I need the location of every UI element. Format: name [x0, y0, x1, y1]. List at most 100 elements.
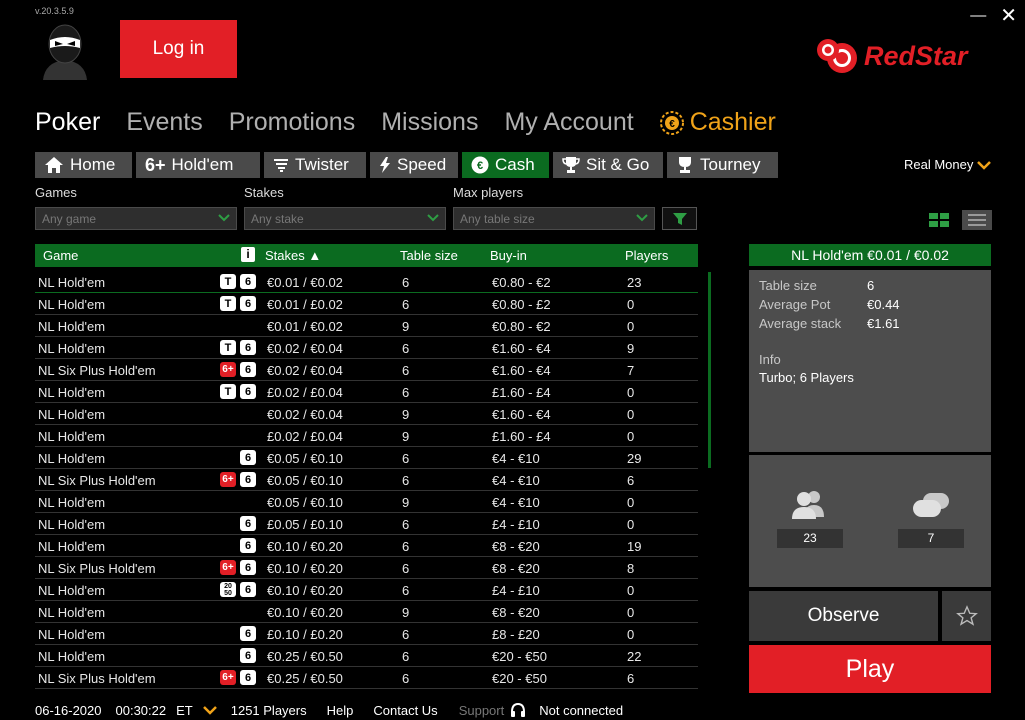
tab-sit-go-label: Sit & Go	[586, 155, 650, 174]
table-size-cell: 6	[402, 583, 410, 598]
login-button[interactable]: Log in	[120, 20, 237, 78]
money-mode-select[interactable]: Real Money	[904, 157, 992, 172]
close-icon[interactable]: ✕	[1000, 6, 1017, 26]
table-row[interactable]: NL Hold'em 6 €0.05 / €0.10 6 €4 - €10 29	[35, 447, 698, 469]
table-row[interactable]: NL Hold'em T 6 €0.01 / €0.02 6 €0.80 - €2 23	[35, 271, 698, 293]
six-plus-icon: 6+	[145, 154, 166, 175]
avatar[interactable]	[35, 22, 95, 80]
chevron-down-icon	[218, 212, 230, 226]
table-row[interactable]: NL Six Plus Hold'em 6+ 6 €0.25 / €0.50 6 €20 …	[35, 667, 698, 689]
minimize-icon[interactable]: —	[970, 6, 986, 26]
table-size-cell: 6	[402, 473, 410, 488]
players-cell: 0	[627, 583, 635, 598]
grid-view-toggle[interactable]	[926, 210, 952, 230]
table-row[interactable]: NL Hold'em T 6 €0.01 / £0.02 6 €0.80 - £2 0	[35, 293, 698, 315]
table-size-cell: 6	[402, 363, 410, 378]
games-filter-label: Games	[35, 185, 77, 200]
table-info-panel: Table size 6 Average Pot €0.44 Average s…	[749, 270, 991, 452]
col-stakes[interactable]: Stakes ▲	[265, 248, 321, 263]
tab-holdem[interactable]: 6+ Hold'em	[136, 152, 260, 178]
table-row[interactable]: NL Hold'em 6 €0.25 / €0.50 6 €20 - €50 22	[35, 645, 698, 667]
game-cell: NL Six Plus Hold'em	[38, 671, 156, 686]
nav-poker[interactable]: Poker	[35, 108, 100, 137]
tables-count: 7	[898, 529, 964, 548]
table-row[interactable]: NL Six Plus Hold'em 6+ 6 €0.05 / €0.10 6 €4 -…	[35, 469, 698, 491]
stakes-cell: €0.05 / €0.10	[267, 473, 343, 488]
six-plus-badge: 6+	[220, 560, 236, 575]
svg-text:€: €	[669, 119, 675, 130]
play-button[interactable]: Play	[749, 645, 991, 693]
nav-cashier[interactable]: € Cashier	[659, 108, 776, 137]
table-row[interactable]: NL Hold'em 20 50 6 €0.10 / €0.20 6 £4 - £10 0	[35, 579, 698, 601]
max-players-filter-placeholder: Any table size	[460, 212, 535, 226]
favorite-button[interactable]	[942, 591, 991, 641]
table-row[interactable]: NL Hold'em 6 £0.10 / £0.20 6 £8 - £20 0	[35, 623, 698, 645]
tab-home[interactable]: Home	[35, 152, 132, 178]
table-row[interactable]: NL Six Plus Hold'em 6+ 6 €0.02 / €0.04 6 €1.6…	[35, 359, 698, 381]
stakes-cell: €0.10 / €0.20	[267, 539, 343, 554]
stakes-cell: €0.01 / €0.02	[267, 319, 343, 334]
redstar-logo: RedStar	[816, 36, 968, 76]
panel-title: NL Hold'em €0.01 / €0.02	[749, 244, 991, 266]
table-row[interactable]: NL Six Plus Hold'em 6+ 6 €0.10 / €0.20 6 €8 -…	[35, 557, 698, 579]
avg-stack-label: Average stack	[759, 316, 842, 331]
tab-speed-label: Speed	[397, 155, 447, 174]
table-row[interactable]: NL Hold'em £0.02 / £0.04 9 £1.60 - £4 0	[35, 425, 698, 447]
tab-speed[interactable]: Speed	[370, 152, 458, 178]
tab-tourney[interactable]: Tourney	[667, 152, 778, 178]
max-seats-badge: 6	[240, 362, 256, 377]
filter-button[interactable]	[662, 207, 697, 230]
table-row[interactable]: NL Hold'em €0.10 / €0.20 9 €8 - €20 0	[35, 601, 698, 623]
stakes-filter-select[interactable]: Any stake	[244, 207, 446, 230]
home-icon	[45, 157, 63, 173]
help-link[interactable]: Help	[327, 703, 354, 718]
support-link[interactable]: Support	[459, 703, 505, 718]
stakes-cell: €0.10 / €0.20	[267, 583, 343, 598]
chevron-down-icon[interactable]	[202, 705, 217, 715]
table-row[interactable]: NL Hold'em T 6 £0.02 / £0.04 6 £1.60 - £4 0	[35, 381, 698, 403]
avg-pot-value: €0.44	[867, 297, 900, 312]
tab-sit-go[interactable]: Sit & Go	[553, 152, 663, 178]
chevron-down-icon	[427, 212, 439, 226]
buy-in-cell: €4 - €10	[492, 473, 540, 488]
stakes-cell: £0.02 / £0.04	[267, 385, 343, 400]
nav-events[interactable]: Events	[126, 108, 202, 137]
players-cell: 0	[627, 627, 635, 642]
max-players-filter-select[interactable]: Any table size	[453, 207, 655, 230]
ante-badge-line: 50	[224, 589, 232, 597]
nav-missions[interactable]: Missions	[381, 108, 478, 137]
game-badges: 6+ 6	[220, 560, 257, 575]
table-row[interactable]: NL Hold'em €0.02 / €0.04 9 €1.60 - €4 0	[35, 403, 698, 425]
col-buy-in[interactable]: Buy-in	[490, 248, 527, 263]
tab-twister[interactable]: Twister	[264, 152, 366, 178]
game-tabs: Home 6+ Hold'em Twister Speed € Cash Sit…	[35, 152, 778, 178]
table-size-cell: 6	[402, 385, 410, 400]
info-icon[interactable]: i	[241, 247, 255, 262]
table-row[interactable]: NL Hold'em €0.05 / €0.10 9 €4 - €10 0	[35, 491, 698, 513]
table-row[interactable]: NL Hold'em €0.01 / €0.02 9 €0.80 - €2 0	[35, 315, 698, 337]
tab-tourney-label: Tourney	[700, 155, 761, 174]
stakes-cell: £0.02 / £0.04	[267, 429, 343, 444]
col-players[interactable]: Players	[625, 248, 668, 263]
table-row[interactable]: NL Hold'em 6 £0.05 / £0.10 6 £4 - £10 0	[35, 513, 698, 535]
contact-link[interactable]: Contact Us	[373, 703, 437, 718]
tab-cash[interactable]: € Cash	[462, 152, 549, 178]
tab-holdem-label: Hold'em	[171, 155, 234, 174]
game-badges: 6+ 6	[220, 472, 257, 487]
buy-in-cell: €8 - €20	[492, 605, 540, 620]
info-value: Turbo; 6 Players	[759, 370, 854, 385]
nav-my-account[interactable]: My Account	[504, 108, 633, 137]
games-filter-select[interactable]: Any game	[35, 207, 237, 230]
nav-promotions[interactable]: Promotions	[229, 108, 355, 137]
observe-button[interactable]: Observe	[749, 591, 938, 641]
list-view-toggle[interactable]	[962, 210, 992, 230]
table-row[interactable]: NL Hold'em T 6 €0.02 / €0.04 6 €1.60 - €4 9	[35, 337, 698, 359]
players-count: 23	[777, 529, 843, 548]
table-row[interactable]: NL Hold'em 6 €0.10 / €0.20 6 €8 - €20 19	[35, 535, 698, 557]
col-table-size[interactable]: Table size	[400, 248, 458, 263]
players-cell: 0	[627, 605, 635, 620]
col-game[interactable]: Game	[43, 248, 78, 263]
version-label: v.20.3.5.9	[35, 6, 74, 16]
scrollbar[interactable]	[708, 272, 711, 468]
table-size-cell: 9	[402, 407, 410, 422]
